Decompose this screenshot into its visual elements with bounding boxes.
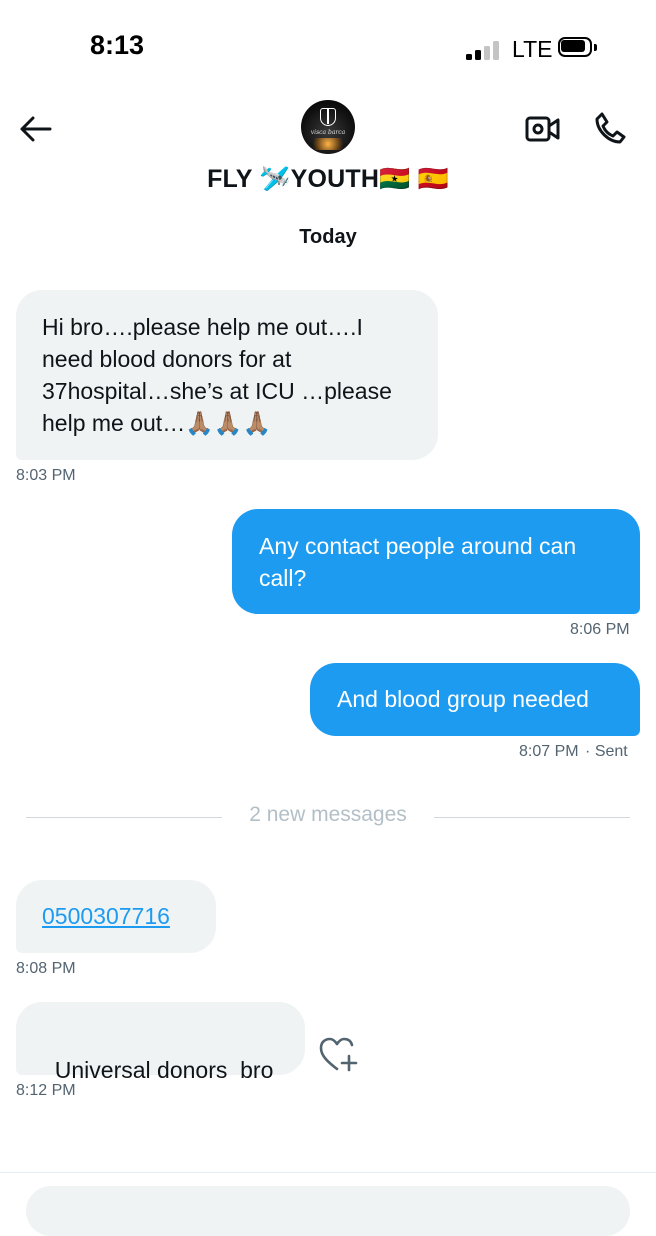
- arrow-left-icon: [20, 116, 52, 142]
- message-bubble-incoming[interactable]: Hi bro….please help me out….I need blood…: [16, 290, 438, 460]
- composer-divider: [0, 1172, 656, 1173]
- video-call-icon: [525, 116, 560, 142]
- conversation-header: visca barca FLY 🛩️YOUTH🇬🇭 🇪🇸: [0, 90, 656, 210]
- message-timestamp: 8:12 PM: [16, 1082, 76, 1099]
- phone-number-link[interactable]: 0500307716: [42, 903, 170, 929]
- add-reaction-button[interactable]: [318, 1036, 360, 1074]
- message-timestamp: 8:03 PM: [16, 467, 76, 484]
- message-bubble-outgoing[interactable]: Any contact people around can call?: [232, 509, 640, 614]
- avatar[interactable]: visca barca: [301, 100, 355, 154]
- message-timestamp: 8:08 PM: [16, 960, 76, 977]
- new-messages-divider: 2 new messages: [26, 803, 630, 831]
- message-text: Hi bro….please help me out….I need blood…: [42, 314, 392, 436]
- network-type: LTE: [512, 36, 553, 62]
- heart-plus-icon: [319, 1037, 358, 1072]
- crest-icon: [320, 108, 336, 126]
- message-bubble-outgoing[interactable]: And blood group needed: [310, 663, 640, 736]
- phone-icon: [595, 112, 626, 144]
- battery-icon: [558, 37, 598, 59]
- message-text: Universal donors bro: [54, 1057, 274, 1083]
- phone-call-button[interactable]: [589, 107, 631, 149]
- new-messages-label: 2 new messages: [249, 803, 407, 826]
- contact-name[interactable]: FLY 🛩️YOUTH🇬🇭 🇪🇸: [0, 165, 656, 194]
- message-time: 8:07 PM: [519, 743, 579, 760]
- video-call-button[interactable]: [522, 108, 564, 150]
- message-timestamp: 8:07 PM · Sent: [519, 743, 628, 761]
- message-timestamp: 8:06 PM: [570, 621, 630, 638]
- message-bubble-incoming[interactable]: 0500307716: [16, 880, 216, 953]
- message-input[interactable]: [26, 1186, 630, 1236]
- date-separator: Today: [299, 226, 357, 248]
- avatar-caption: visca barca: [310, 129, 346, 136]
- message-text: And blood group needed: [337, 686, 589, 712]
- message-status: · Sent: [585, 743, 628, 760]
- message-bubble-incoming[interactable]: Universal donors bro: [16, 1002, 305, 1083]
- status-time: 8:13: [90, 30, 145, 60]
- signal-strength-icon: [466, 40, 502, 60]
- back-button[interactable]: [14, 108, 56, 150]
- status-bar: 8:13 LTE: [0, 0, 656, 100]
- message-text: Any contact people around can call?: [259, 533, 577, 591]
